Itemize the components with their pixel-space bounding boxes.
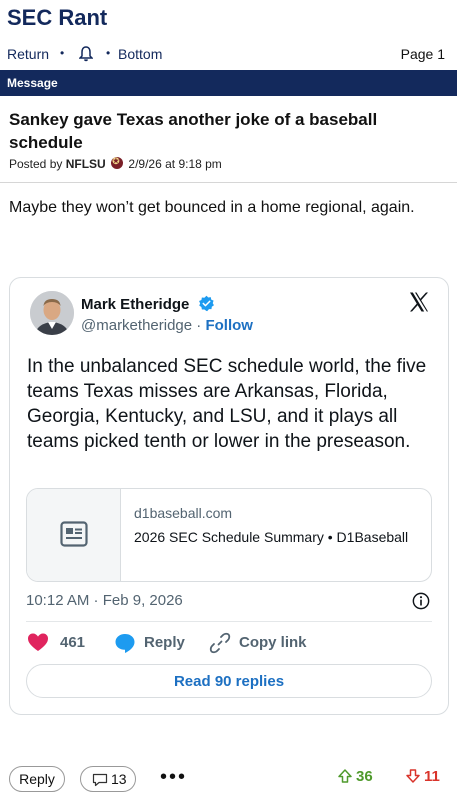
tweet-handle-row: @marketheridge · Follow: [81, 317, 253, 334]
downvote-count: 11: [424, 768, 440, 785]
message-header-bar: Message: [0, 70, 457, 96]
link-preview-card[interactable]: d1baseball.com 2026 SEC Schedule Summary…: [26, 488, 432, 582]
downvote-button[interactable]: 11: [406, 768, 440, 785]
post-datetime: 2/9/26 at 9:18 pm: [128, 157, 222, 171]
more-options-button[interactable]: •••: [160, 766, 187, 789]
post-footer: Reply 13 ••• 36 11: [0, 764, 457, 794]
upvote-count: 36: [356, 768, 373, 785]
bottom-link[interactable]: Bottom: [118, 46, 162, 62]
article-icon: [60, 521, 88, 547]
posted-by-label: Posted by: [9, 157, 63, 171]
arrow-up-icon: [338, 769, 352, 783]
tweet-text: In the unbalanced SEC schedule world, th…: [27, 356, 427, 452]
nav-separator: •: [106, 46, 111, 60]
arrow-down-icon: [406, 769, 420, 783]
like-count[interactable]: 461: [60, 634, 85, 651]
tweet-divider: [26, 621, 432, 622]
x-logo-icon[interactable]: [407, 290, 431, 314]
divider: [0, 182, 457, 183]
tweet-author-label: Mark Etheridge: [81, 296, 190, 313]
site-title[interactable]: SEC Rant: [7, 5, 107, 31]
post-author-link[interactable]: NFLSU: [66, 157, 106, 171]
bell-icon[interactable]: [79, 46, 93, 62]
verified-badge-icon: [198, 295, 214, 312]
handle-separator: ·: [196, 317, 202, 334]
card-domain: d1baseball.com: [134, 505, 233, 521]
upvote-button[interactable]: 36: [338, 768, 373, 785]
comments-button[interactable]: 13: [80, 766, 136, 792]
tweet-actions: 461 Reply Copy link: [10, 632, 450, 656]
tweet-timestamp[interactable]: 10:12 AM · Feb 9, 2026: [26, 592, 183, 609]
post-navigation: Return • • Bottom Page 1: [7, 46, 445, 64]
post-meta: Posted by NFLSU 2/9/26 at 9:18 pm: [9, 156, 222, 171]
heart-icon[interactable]: [27, 632, 49, 652]
link-icon[interactable]: [209, 632, 231, 654]
reply-button[interactable]: Reply: [9, 766, 65, 792]
tweet-author-name[interactable]: Mark Etheridge: [81, 295, 215, 313]
post-body: Maybe they won’t get bounced in a home r…: [9, 199, 415, 216]
page-indicator: Page 1: [400, 46, 445, 62]
team-badge-icon: [111, 156, 124, 169]
card-thumbnail: [27, 489, 121, 581]
reply-bubble-icon[interactable]: [114, 632, 136, 654]
comment-count: 13: [111, 771, 127, 787]
nav-separator: •: [60, 46, 65, 60]
tweet-handle[interactable]: @marketheridge: [81, 317, 192, 334]
message-header-label: Message: [7, 76, 58, 90]
avatar[interactable]: [30, 291, 74, 335]
comment-icon: [92, 773, 108, 787]
copy-link-button[interactable]: Copy link: [239, 634, 307, 651]
return-link[interactable]: Return: [7, 46, 49, 62]
card-title: 2026 SEC Schedule Summary • D1Baseball: [134, 529, 409, 545]
info-icon[interactable]: [412, 592, 430, 610]
post-title: Sankey gave Texas another joke of a base…: [9, 110, 378, 152]
follow-link[interactable]: Follow: [205, 317, 253, 334]
tweet-reply-button[interactable]: Reply: [144, 634, 185, 651]
read-replies-button[interactable]: Read 90 replies: [26, 664, 432, 698]
embedded-tweet: Mark Etheridge @marketheridge · Follow I…: [9, 277, 449, 715]
